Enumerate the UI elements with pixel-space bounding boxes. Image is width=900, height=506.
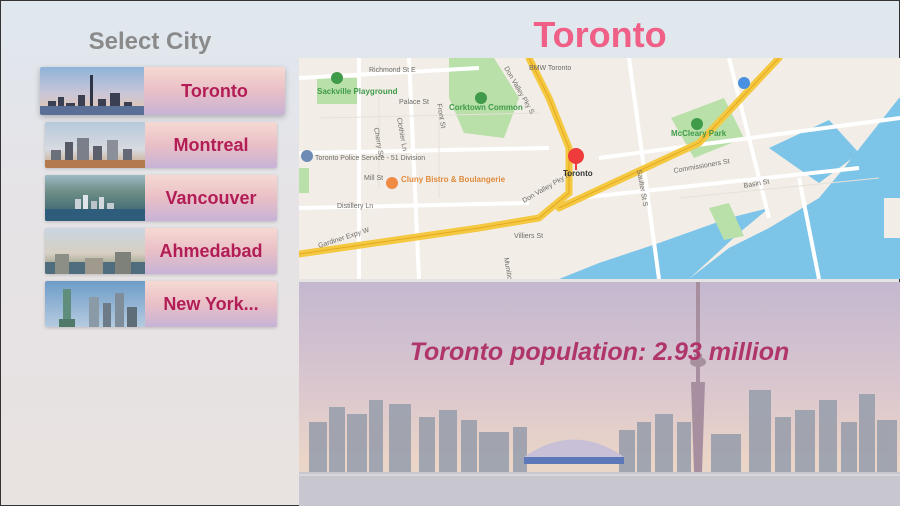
map-label: Commissioners St (673, 158, 730, 175)
new-york-thumbnail (45, 281, 145, 327)
city-item-vancouver[interactable]: Vancouver (45, 175, 277, 221)
map-label: Richmond St E (369, 67, 416, 74)
map-label: Corktown Common (449, 103, 523, 112)
police-icon (301, 150, 313, 162)
map-label: Palace St (399, 99, 429, 106)
map-label: Toronto Police Service - 51 Division (315, 155, 425, 162)
map-canvas: Richmond St E BMW Toronto Palace St Cher… (299, 58, 900, 279)
map-label: Clothier Ln (395, 117, 408, 152)
map-label: McCleary Park (671, 129, 727, 138)
map-label: Cluny Bistro & Boulangerie (401, 175, 506, 184)
city-label-area: Montreal (145, 122, 277, 168)
map-label: Villiers St (514, 233, 543, 240)
city-label: New York... (163, 293, 259, 314)
toronto-thumbnail (40, 67, 144, 115)
city-label-area: Ahmedabad (145, 228, 277, 274)
page-title: Toronto (533, 14, 667, 55)
city-item-toronto[interactable]: Toronto (40, 67, 285, 115)
map-label: Front St (435, 103, 446, 129)
vancouver-thumbnail (45, 175, 145, 221)
city-label: Montreal (173, 134, 249, 155)
city-label-area: Toronto (144, 67, 285, 115)
map-label: BMW Toronto (529, 65, 571, 72)
montreal-thumbnail (45, 122, 145, 168)
city-photo: Toronto population: 2.93 million (299, 282, 900, 506)
city-item-new-york[interactable]: New York... (45, 281, 277, 327)
population-caption: Toronto population: 2.93 million (409, 338, 790, 366)
city-label: Ahmedabad (159, 240, 263, 261)
map-label: Munition St (502, 257, 515, 279)
city-list: Toronto Montreal Vancouver Ahmedabad New… (40, 67, 285, 334)
city-label-area: New York... (145, 281, 277, 327)
map-label: Mill St (364, 175, 383, 182)
map-pin-label: Toronto (563, 169, 593, 178)
poi-icon (738, 77, 750, 89)
city-label: Vancouver (165, 187, 257, 208)
city-map[interactable]: Richmond St E BMW Toronto Palace St Cher… (299, 58, 900, 279)
park-icon (331, 72, 343, 84)
map-label: Sackville Playground (317, 87, 398, 96)
ahmedabad-thumbnail (45, 228, 145, 274)
select-city-heading: Select City (88, 28, 212, 55)
skyline-illustration (299, 282, 900, 506)
map-label: Distillery Ln (337, 203, 373, 210)
city-item-montreal[interactable]: Montreal (45, 122, 277, 168)
city-label-area: Vancouver (145, 175, 277, 221)
city-label: Toronto (181, 80, 248, 101)
city-item-ahmedabad[interactable]: Ahmedabad (45, 228, 277, 274)
restaurant-icon (386, 177, 398, 189)
